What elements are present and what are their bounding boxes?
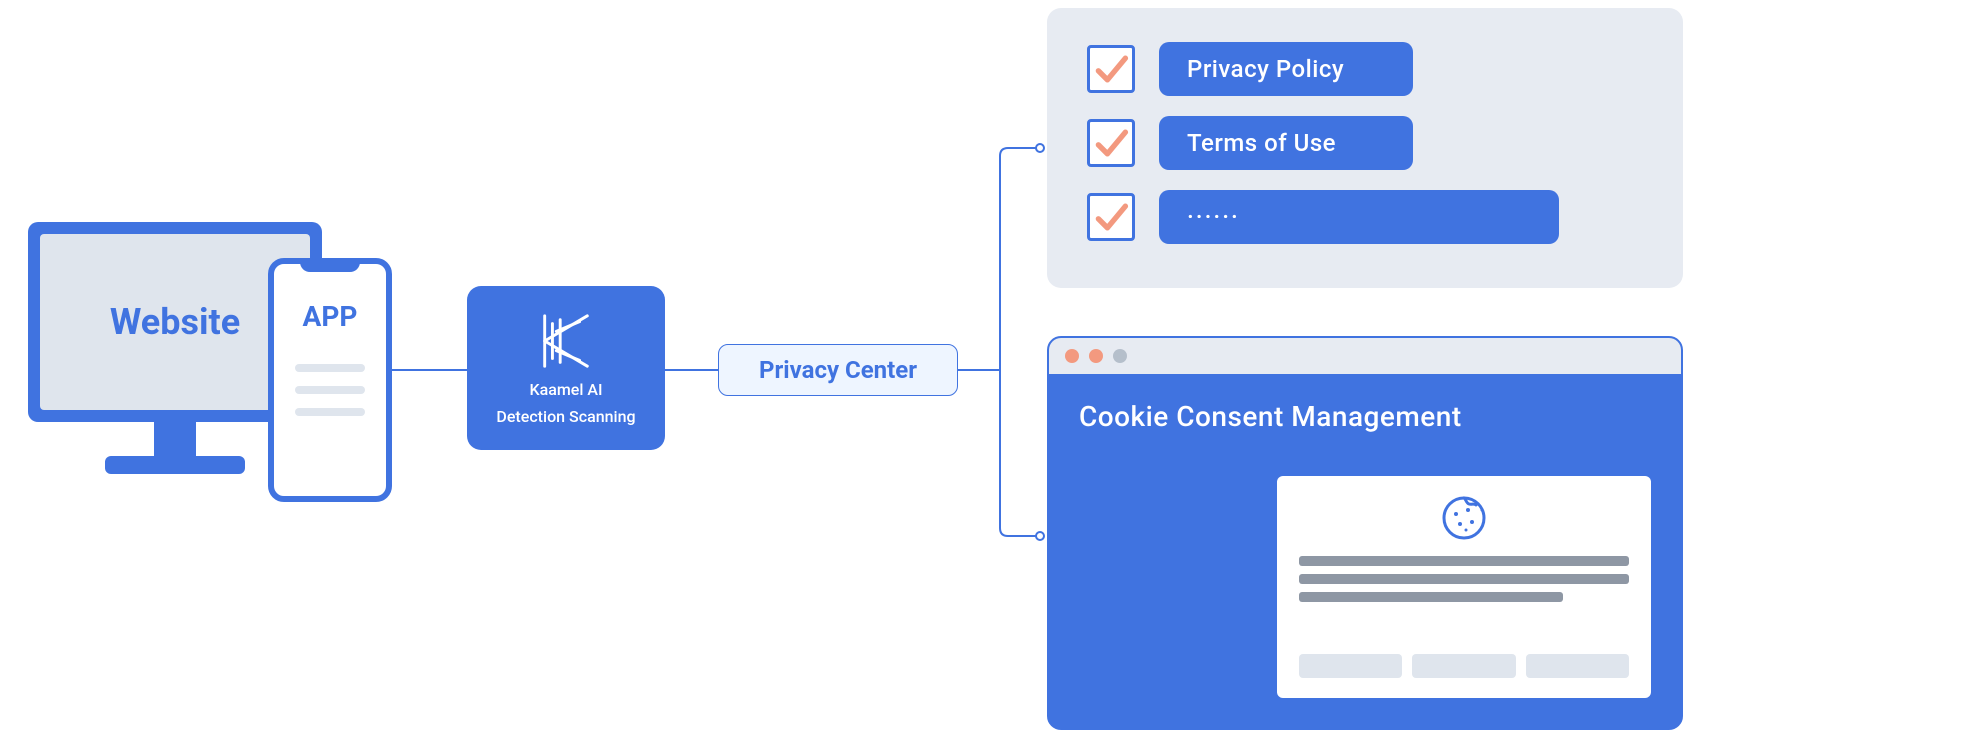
policy-row: Privacy Policy — [1087, 42, 1643, 96]
window-dot-grey-icon — [1113, 349, 1127, 363]
cookie-text-line — [1299, 556, 1629, 566]
policy-row: Terms of Use — [1087, 116, 1643, 170]
app-label: APP — [303, 300, 358, 333]
kaamel-logo-icon — [535, 310, 597, 372]
website-label: Website — [110, 301, 240, 343]
policy-pill-terms-of-use: Terms of Use — [1159, 116, 1413, 170]
cookie-consent-window: Cookie Consent Management — [1047, 336, 1683, 730]
cookie-text-line — [1299, 592, 1563, 602]
cookie-icon — [1440, 494, 1488, 542]
monitor-base — [105, 456, 245, 474]
cookie-text-line — [1299, 574, 1629, 584]
privacy-center-node: Privacy Center — [718, 344, 958, 396]
policy-pill-more: ······ — [1159, 190, 1559, 244]
window-dot-pink-icon — [1089, 349, 1103, 363]
cookie-button-placeholder — [1526, 654, 1629, 678]
checkbox-icon — [1087, 119, 1135, 167]
privacy-center-label: Privacy Center — [759, 356, 917, 384]
policy-label: ······ — [1187, 203, 1240, 231]
kaamel-ai-card: Kaamel AI Detection Scanning — [467, 286, 665, 450]
checkbox-icon — [1087, 193, 1135, 241]
checkbox-icon — [1087, 45, 1135, 93]
cookie-banner-card — [1277, 476, 1651, 698]
ai-card-line2: Detection Scanning — [496, 407, 635, 426]
connector-node-top — [1035, 143, 1045, 153]
ai-card-line1: Kaamel AI — [529, 380, 602, 399]
policy-panel: Privacy Policy Terms of Use ······ — [1047, 8, 1683, 288]
policy-label: Privacy Policy — [1187, 55, 1344, 83]
phone-content-line — [295, 408, 365, 416]
policy-label: Terms of Use — [1187, 129, 1336, 157]
policy-pill-privacy-policy: Privacy Policy — [1159, 42, 1413, 96]
app-phone: APP — [268, 258, 392, 502]
window-dot-red-icon — [1065, 349, 1079, 363]
cookie-title: Cookie Consent Management — [1079, 400, 1651, 433]
connector-node-bottom — [1035, 531, 1045, 541]
cookie-body: Cookie Consent Management — [1049, 374, 1681, 728]
cookie-button-placeholder — [1412, 654, 1515, 678]
cookie-button-placeholder — [1299, 654, 1402, 678]
phone-content-line — [295, 386, 365, 394]
cookie-titlebar — [1049, 338, 1681, 374]
phone-content-line — [295, 364, 365, 372]
monitor-stand — [154, 422, 196, 456]
phone-notch — [300, 258, 360, 272]
cookie-button-row — [1299, 654, 1629, 678]
policy-row: ······ — [1087, 190, 1643, 244]
